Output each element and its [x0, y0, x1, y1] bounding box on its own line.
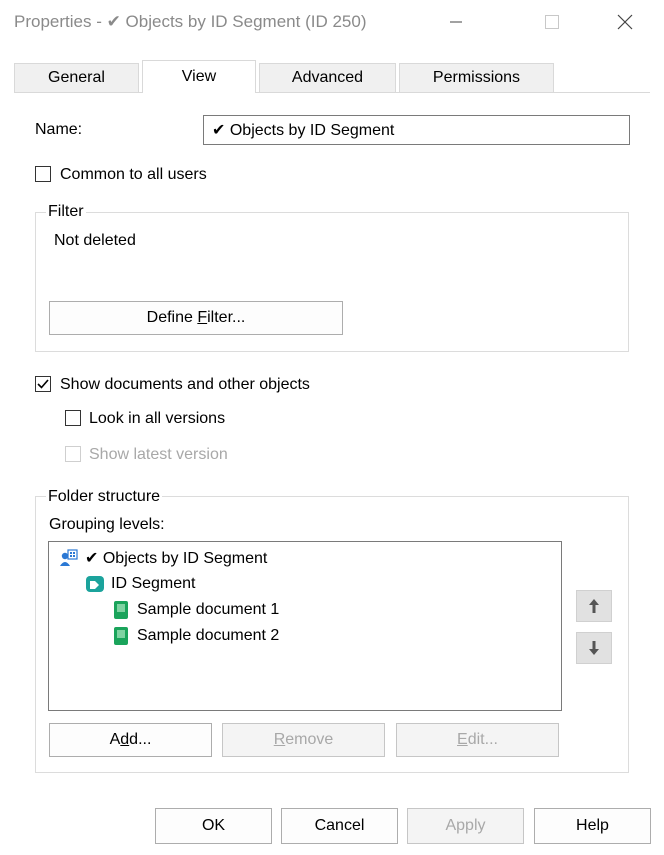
minimize-button[interactable]: [436, 8, 476, 36]
cancel-button[interactable]: Cancel: [281, 808, 398, 844]
edit-mnemonic: E: [457, 731, 468, 748]
look-in-all-versions-label[interactable]: Look in all versions: [89, 410, 225, 428]
filter-value: Not deleted: [54, 232, 136, 249]
move-down-button[interactable]: [576, 632, 612, 664]
tree-item-segment[interactable]: ID Segment: [85, 574, 195, 594]
common-to-all-users-checkbox[interactable]: [35, 166, 51, 182]
tab-general[interactable]: General: [14, 63, 139, 92]
define-filter-label-post: ilter...: [207, 309, 246, 326]
checkmark-icon: [37, 379, 49, 389]
remove-label-post: emove: [285, 731, 334, 748]
remove-mnemonic: R: [273, 731, 286, 748]
tree-item-document-1-label: Sample document 1: [137, 601, 280, 618]
view-icon: [60, 549, 78, 566]
define-filter-button[interactable]: Define Filter...: [49, 301, 343, 335]
maximize-icon: [545, 15, 559, 29]
common-to-all-users-label[interactable]: Common to all users: [60, 166, 207, 184]
folder-structure-legend: Folder structure: [46, 488, 163, 506]
tree-item-document-1[interactable]: Sample document 1: [111, 600, 279, 620]
name-field[interactable]: ✔ Objects by ID Segment: [203, 115, 630, 145]
show-documents-checkbox[interactable]: [35, 376, 51, 392]
ok-button[interactable]: OK: [155, 808, 272, 844]
add-label-pre: A: [109, 731, 121, 748]
add-label-post: d...: [129, 731, 152, 748]
edit-label-post: dit...: [467, 731, 498, 748]
remove-button: Remove: [222, 723, 385, 757]
grouping-levels-list[interactable]: ✔ Objects by ID Segment ID Segment Sampl…: [48, 541, 562, 711]
show-latest-version-checkbox: [65, 446, 81, 462]
add-button[interactable]: Ad d...: [49, 723, 212, 757]
arrow-down-icon: [589, 641, 599, 655]
move-up-button[interactable]: [576, 590, 612, 622]
close-button[interactable]: [605, 8, 645, 36]
tab-view[interactable]: View: [142, 60, 256, 93]
tree-item-document-2-label: Sample document 2: [137, 627, 280, 644]
look-in-all-versions-checkbox[interactable]: [65, 410, 81, 426]
close-icon: [617, 14, 633, 30]
show-latest-version-label: Show latest version: [89, 446, 228, 463]
maximize-button: [532, 8, 572, 36]
tab-divider: [14, 92, 650, 93]
tree-item-segment-label: ID Segment: [111, 575, 196, 592]
arrow-up-icon: [589, 599, 599, 613]
segment-icon: [86, 576, 104, 592]
filter-legend: Filter: [46, 203, 86, 221]
apply-button: Apply: [407, 808, 524, 844]
help-button[interactable]: Help: [534, 808, 651, 844]
add-mnemonic: d: [120, 731, 130, 748]
tree-item-view-label: ✔ Objects by ID Segment: [85, 550, 268, 567]
grouping-levels-label: Grouping levels:: [49, 516, 165, 533]
document-icon: [114, 601, 128, 619]
window-title: Properties - ✔ Objects by ID Segment (ID…: [14, 12, 367, 31]
name-label: Name:: [35, 121, 83, 138]
document-icon: [114, 627, 128, 645]
edit-button: Edit...: [396, 723, 559, 757]
tree-item-document-2[interactable]: Sample document 2: [111, 626, 279, 646]
show-documents-label[interactable]: Show documents and other objects: [60, 376, 310, 394]
minimize-icon: [450, 21, 462, 23]
tree-item-view[interactable]: ✔ Objects by ID Segment: [59, 548, 267, 568]
define-filter-label-pre: Define: [146, 309, 198, 326]
tab-permissions[interactable]: Permissions: [399, 63, 554, 92]
tab-advanced[interactable]: Advanced: [259, 63, 396, 92]
define-filter-mnemonic: F: [197, 309, 208, 326]
